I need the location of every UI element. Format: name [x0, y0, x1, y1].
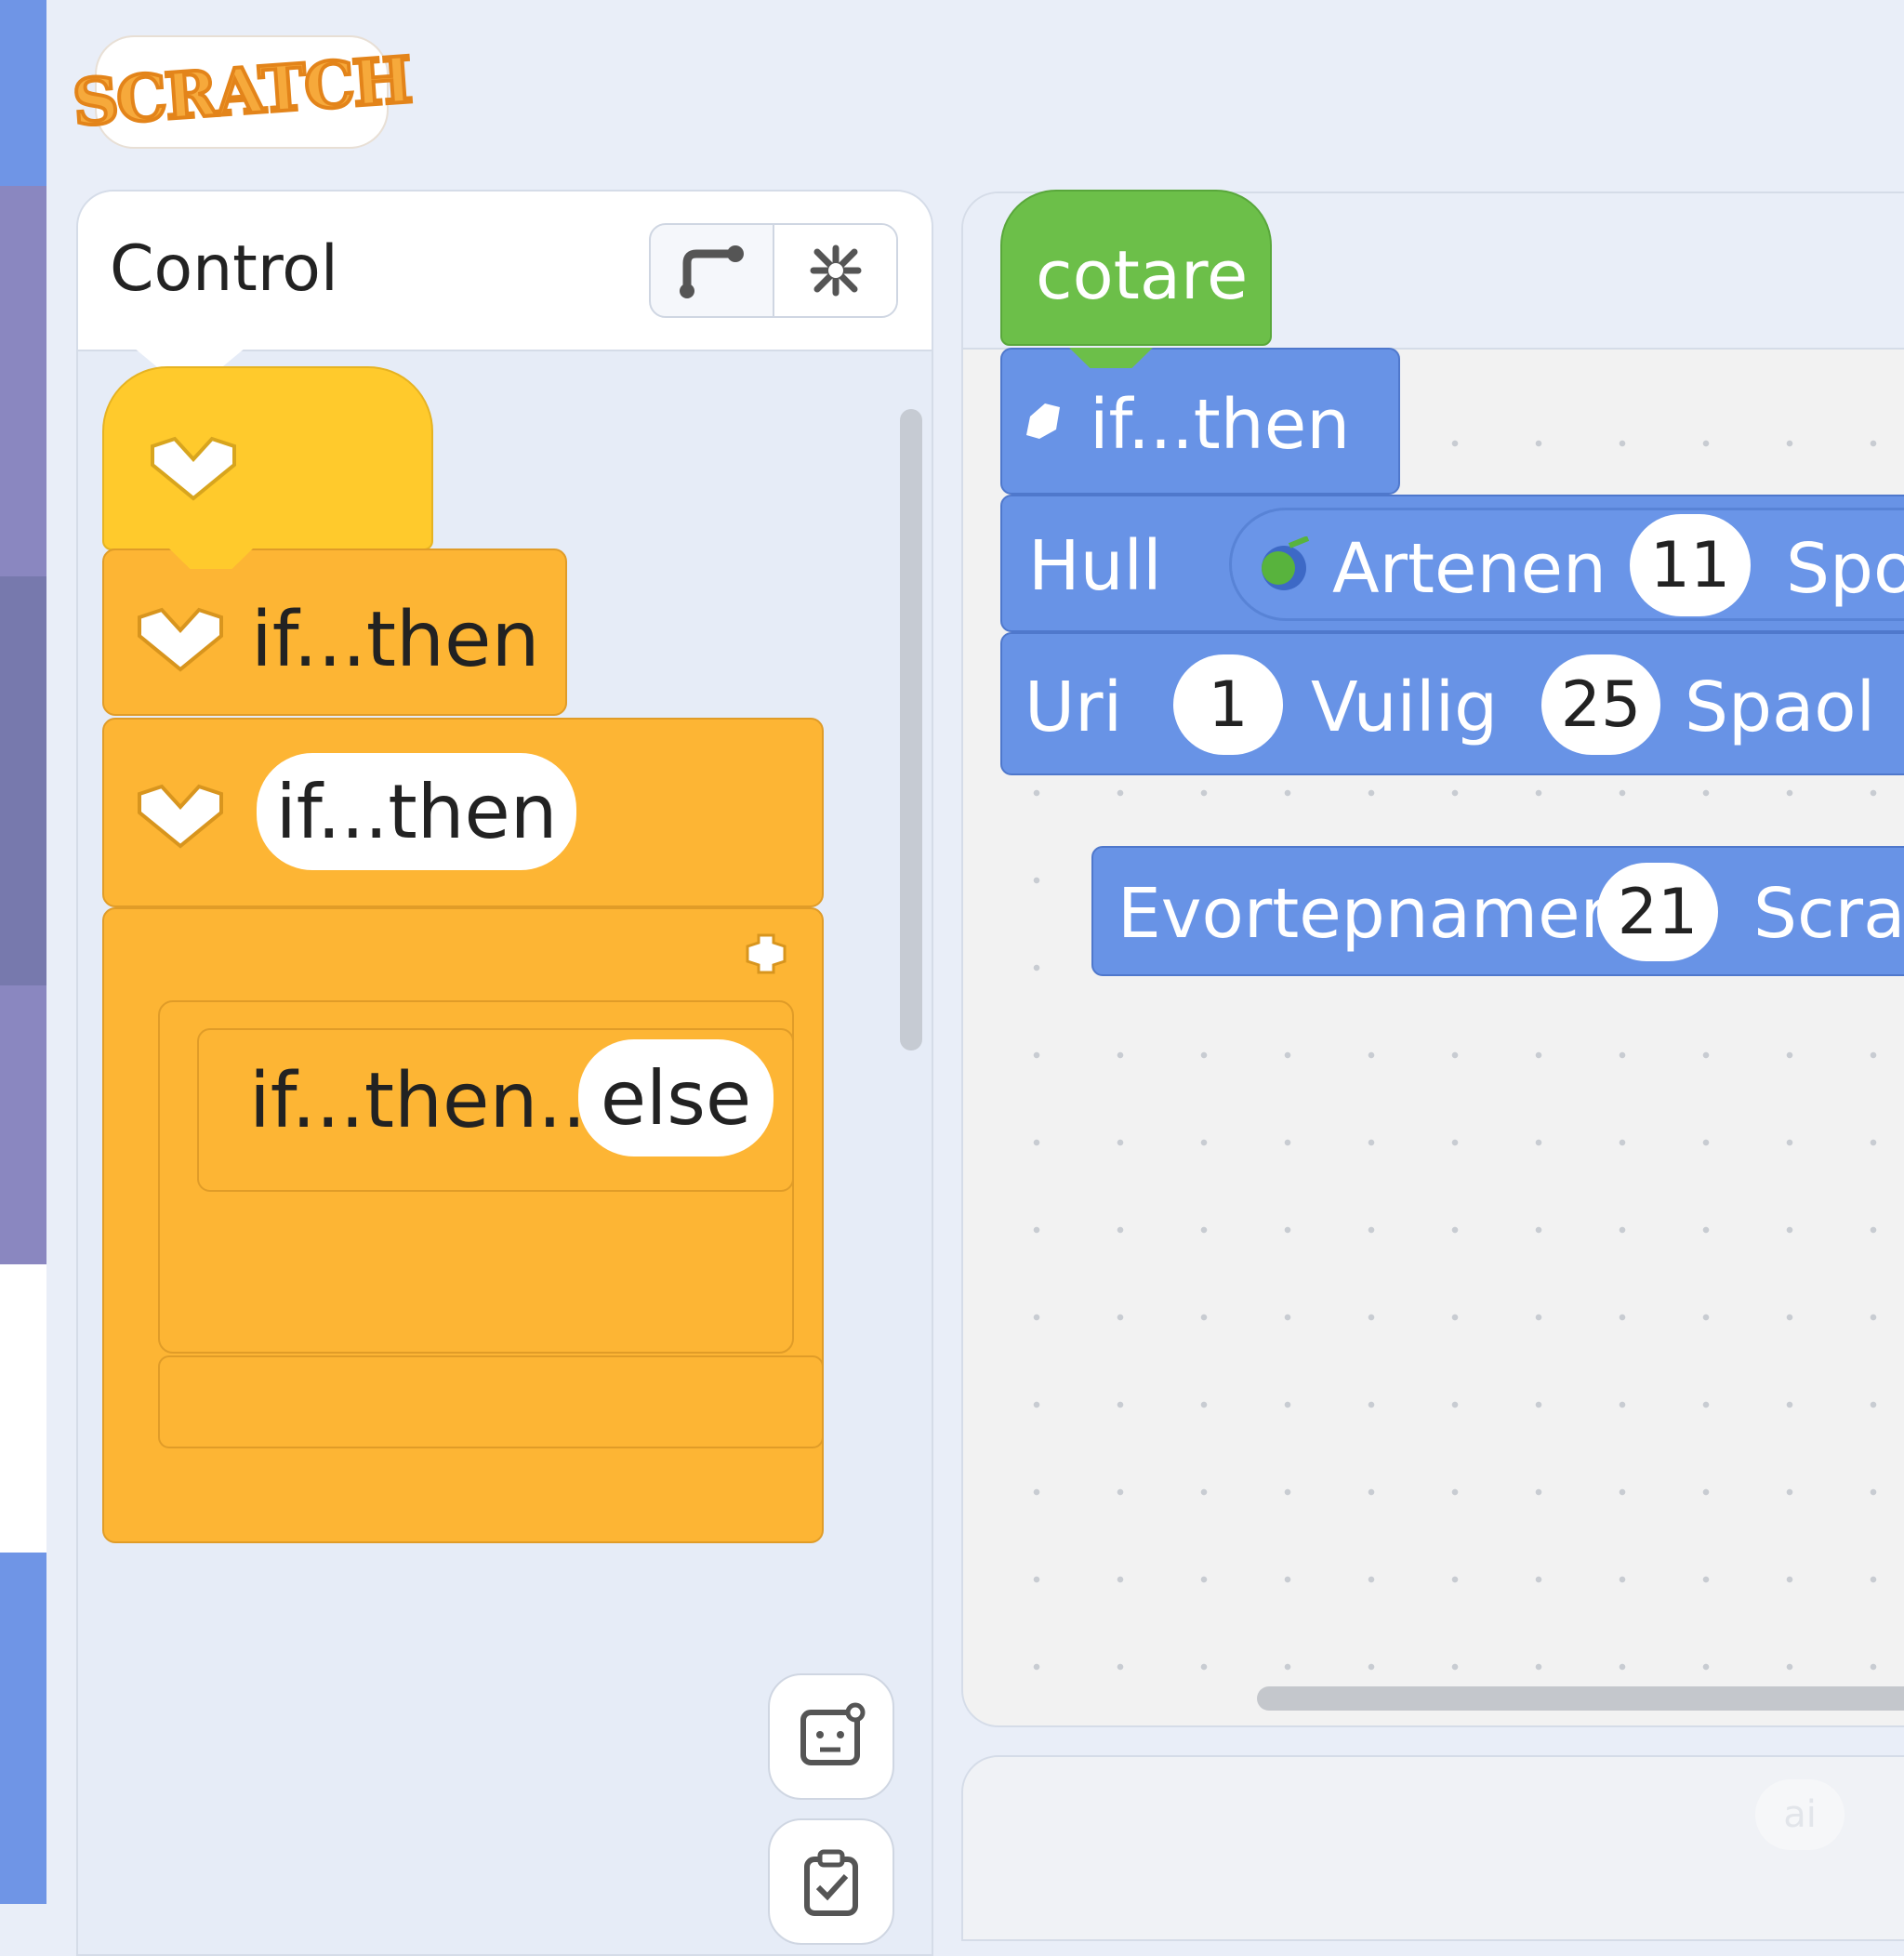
- stage-panel: [961, 1755, 1904, 1941]
- palette-category-title: Control: [110, 232, 338, 306]
- block-label: if...then: [1090, 385, 1351, 465]
- if-then-block[interactable]: if...then: [102, 548, 567, 716]
- ai-badge[interactable]: ai: [1755, 1779, 1844, 1850]
- reporter-slot[interactable]: Artenen 11 Spo: [1229, 508, 1904, 621]
- number-input[interactable]: 21: [1597, 863, 1718, 961]
- number-input[interactable]: 1: [1173, 654, 1283, 755]
- condition-slot[interactable]: if...then: [257, 753, 576, 870]
- scratch-logo[interactable]: SCRATCH: [69, 37, 415, 147]
- route-icon: [679, 245, 744, 298]
- c-block-bottom-arm: [158, 1355, 824, 1448]
- if-then-else-block[interactable]: if...then... else: [197, 1028, 794, 1192]
- hat-label: cotare: [1036, 236, 1249, 314]
- block-label-tail: Spo: [1786, 529, 1904, 609]
- sprite-costume-icon: [1262, 536, 1310, 590]
- block-label: if...then...: [249, 1057, 611, 1145]
- block-label: if...then: [251, 596, 540, 684]
- hat-block[interactable]: cotare: [1000, 190, 1272, 346]
- left-side-strip: [0, 0, 46, 1904]
- block-label-tail: Scrat: [1753, 874, 1904, 954]
- palette-scrollbar[interactable]: [900, 409, 922, 1051]
- else-slot[interactable]: else: [578, 1039, 774, 1156]
- close-palette-button[interactable]: [773, 225, 896, 316]
- motion-block[interactable]: Hull Artenen 11 Spo: [1000, 495, 1904, 632]
- block-label: Evortepnamer: [1117, 874, 1609, 954]
- if-then-block[interactable]: if...then: [1000, 348, 1400, 495]
- floating-motion-block[interactable]: Evortepnamer 21 Scrat: [1091, 846, 1904, 976]
- block-label: Uri: [1025, 667, 1123, 747]
- chevron-down-icon: [138, 784, 223, 849]
- flag-icon: [1026, 403, 1060, 439]
- gear-icon: [746, 933, 787, 974]
- motion-block[interactable]: Uri 1 Vuilig 25 Spaol: [1000, 632, 1904, 775]
- chevron-down-icon: [138, 607, 223, 672]
- block-label: Hull: [1028, 526, 1162, 606]
- event-hat-block[interactable]: [102, 366, 433, 550]
- checklist-icon: [804, 1849, 858, 1916]
- palette-toolbar: [649, 223, 898, 318]
- number-input[interactable]: 11: [1630, 514, 1751, 616]
- route-button[interactable]: [651, 225, 773, 316]
- close-icon: [810, 244, 861, 297]
- script-horizontal-scrollbar[interactable]: [1257, 1686, 1904, 1711]
- sprite-button[interactable]: [768, 1673, 894, 1800]
- checklist-button[interactable]: [768, 1818, 894, 1945]
- block-label: Vuilig: [1311, 667, 1499, 747]
- chevron-down-icon: [151, 436, 236, 501]
- if-then-block[interactable]: if...then: [102, 718, 824, 907]
- reporter-label: Artenen: [1332, 529, 1606, 609]
- sprite-icon: [800, 1702, 866, 1765]
- number-input[interactable]: 25: [1541, 654, 1660, 755]
- block-label-tail: Spaol: [1685, 667, 1876, 747]
